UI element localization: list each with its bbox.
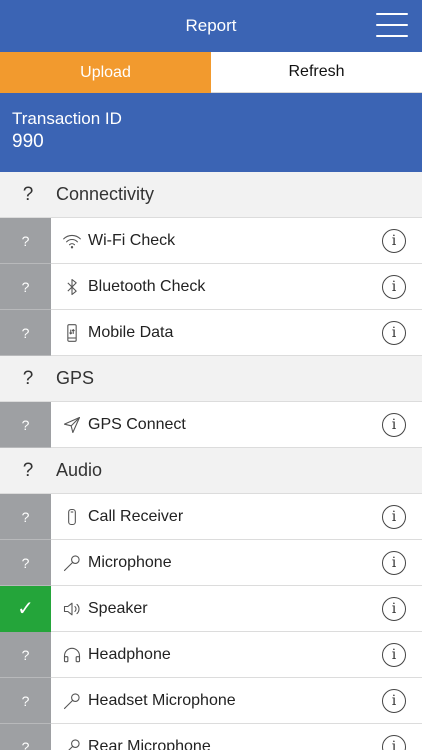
test-row-call-receiver[interactable]: ? Call Receiver i [0, 494, 422, 540]
test-row-mobile-data[interactable]: ? Mobile Data i [0, 310, 422, 356]
test-row-gps-connect[interactable]: ? GPS Connect i [0, 402, 422, 448]
microphone-icon [60, 551, 84, 575]
test-label: Mobile Data [88, 323, 174, 341]
phone-receiver-icon [60, 505, 84, 529]
test-status: ? [0, 310, 51, 356]
test-row-speaker[interactable]: ✓ Speaker i [0, 586, 422, 632]
test-status: ? [0, 724, 51, 750]
section-title: Audio [56, 460, 103, 480]
test-status: ? [0, 494, 51, 540]
transaction-id-label: Transaction ID [12, 109, 122, 128]
test-row-headset-microphone[interactable]: ? Headset Microphone i [0, 678, 422, 724]
test-status: ? [0, 264, 51, 310]
section-title: Connectivity [56, 184, 155, 204]
test-row-bluetooth-check[interactable]: ? Bluetooth Check i [0, 264, 422, 310]
info-icon[interactable]: i [382, 275, 406, 299]
info-icon[interactable]: i [382, 505, 406, 529]
navbar: Report [0, 0, 422, 52]
location-arrow-icon [60, 413, 84, 437]
section-status: ? [22, 183, 34, 205]
wifi-icon [60, 229, 84, 253]
info-icon[interactable]: i [382, 229, 406, 253]
section-audio[interactable]: ? Audio [0, 448, 422, 494]
info-icon[interactable]: i [382, 643, 406, 667]
section-status: ? [22, 459, 34, 481]
headphone-icon [60, 643, 84, 667]
test-label: Call Receiver [88, 507, 184, 525]
test-label: Microphone [88, 553, 172, 571]
info-icon[interactable]: i [382, 735, 406, 750]
section-connectivity[interactable]: ? Connectivity [0, 172, 422, 218]
speaker-icon [60, 597, 84, 621]
info-icon[interactable]: i [382, 413, 406, 437]
test-label: GPS Connect [88, 415, 186, 433]
info-icon[interactable]: i [382, 597, 406, 621]
info-icon[interactable]: i [382, 551, 406, 575]
test-status: ? [0, 632, 51, 678]
transaction-panel: Transaction ID 990 [0, 93, 422, 172]
section-status: ? [22, 367, 34, 389]
test-label: Bluetooth Check [88, 277, 206, 295]
test-status: ? [0, 540, 51, 586]
transaction-id-value: 990 [12, 131, 44, 152]
microphone-icon [60, 735, 84, 750]
test-row-headphone[interactable]: ? Headphone i [0, 632, 422, 678]
test-row-rear-microphone[interactable]: ? Rear Microphone i [0, 724, 422, 750]
test-status-passed: ✓ [0, 586, 51, 632]
section-title: GPS [56, 368, 95, 388]
test-row-microphone[interactable]: ? Microphone i [0, 540, 422, 586]
upload-button[interactable]: Upload [0, 52, 211, 93]
microphone-icon [60, 689, 84, 713]
page-title: Report [185, 16, 237, 35]
refresh-button[interactable]: Refresh [211, 52, 422, 93]
test-status: ? [0, 678, 51, 724]
bluetooth-icon [60, 275, 84, 299]
test-label: Rear Microphone [88, 737, 211, 750]
test-label: Headset Microphone [88, 691, 236, 709]
test-label: Wi-Fi Check [88, 231, 176, 249]
test-status: ? [0, 402, 51, 448]
test-status: ? [0, 218, 51, 264]
mobile-data-icon [60, 321, 84, 345]
test-label: Speaker [88, 599, 148, 617]
hamburger-menu-icon[interactable] [376, 13, 408, 37]
test-label: Headphone [88, 645, 171, 663]
info-icon[interactable]: i [382, 689, 406, 713]
app-screen: Report Upload Refresh Transaction ID 990… [0, 0, 422, 750]
info-icon[interactable]: i [382, 321, 406, 345]
action-bar: Upload Refresh [0, 52, 422, 93]
section-gps[interactable]: ? GPS [0, 356, 422, 402]
test-row-wifi-check[interactable]: ? Wi-Fi Check i [0, 218, 422, 264]
